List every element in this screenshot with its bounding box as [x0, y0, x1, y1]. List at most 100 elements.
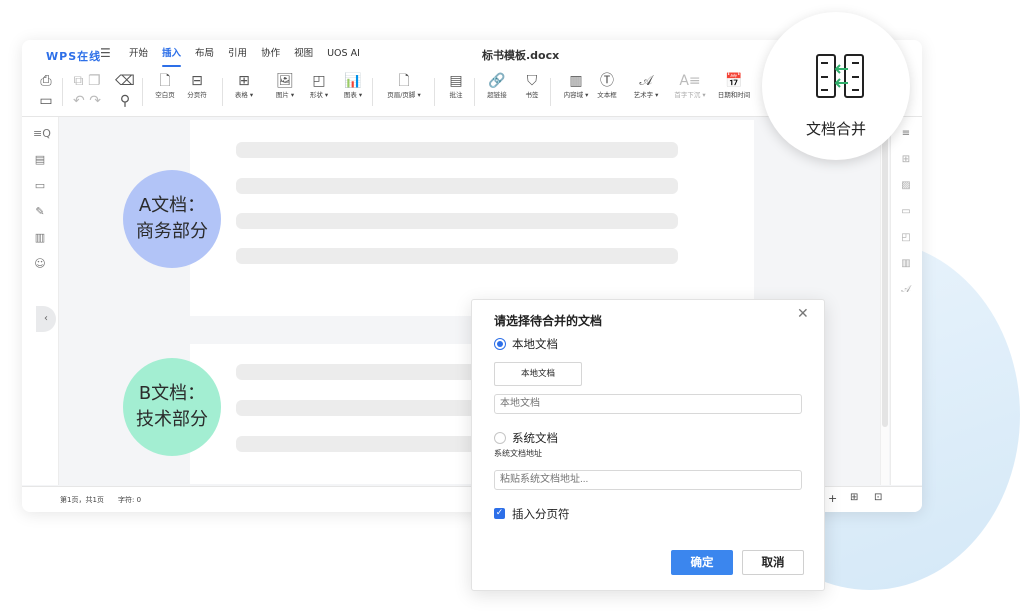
ok-button[interactable]: 确定: [671, 550, 733, 575]
table-icon: ⊞: [238, 73, 250, 89]
preview-icon: ▭: [39, 93, 53, 109]
bubble-a-subtitle: 商务部分: [136, 221, 208, 242]
link-label: 超链接: [487, 91, 507, 99]
table-panel-icon[interactable]: ⊞: [899, 153, 913, 167]
left-sidebar: ≡Q ▤ ▭ ✎ ▥ ☺: [22, 117, 59, 485]
dialog-title: 请选择待合并的文档: [494, 314, 603, 328]
header-footer-button[interactable]: 🗋 页眉/页脚 ▾: [378, 68, 430, 116]
format-painter-icon: ⚲: [119, 93, 131, 109]
document-b-bubble: B文档： 技术部分: [123, 358, 221, 456]
shape-panel-icon[interactable]: ◰: [899, 231, 913, 245]
menu-tabs: 开始 插入 布局 引用 协作 视图 UOS AI: [122, 40, 367, 68]
menu-tab-3[interactable]: 引用: [221, 40, 254, 68]
document-merge-feature[interactable]: 文档合并: [762, 12, 910, 160]
image-button[interactable]: 🖼 图片 ▾: [270, 68, 300, 116]
textbox-button[interactable]: Ⓣ 文本框: [592, 68, 622, 116]
document-a-bubble: A文档： 商务部分: [123, 170, 221, 268]
chat-icon[interactable]: ☺: [33, 257, 47, 271]
hamburger-menu-icon[interactable]: ☰: [100, 46, 111, 60]
content-field-icon: ▥: [569, 73, 583, 89]
comment-label: 批注: [449, 91, 463, 99]
radio-system-document[interactable]: [494, 432, 506, 444]
document-merge-icon: [816, 54, 864, 98]
page-break-label: 分页符: [187, 91, 207, 99]
link-icon: 🔗: [488, 73, 506, 89]
page-break-button[interactable]: ⊟ 分页符: [182, 68, 212, 116]
content-field-label: 内容域 ▾: [563, 91, 589, 99]
header-footer-label: 页眉/页脚 ▾: [387, 91, 421, 99]
cancel-button[interactable]: 取消: [742, 550, 804, 575]
wordart-panel-icon[interactable]: 𝒜: [899, 283, 913, 297]
fit-page-icon[interactable]: ⊞: [850, 492, 858, 503]
zoom-in-icon[interactable]: +: [828, 492, 837, 505]
blank-page-label: 空白页: [155, 91, 175, 99]
drop-cap-button[interactable]: A≡ 首字下沉 ▾: [668, 68, 712, 116]
date-time-button[interactable]: 📅 日期和时间: [712, 68, 756, 116]
menu-tab-5[interactable]: 视图: [287, 40, 320, 68]
link-button[interactable]: 🔗 超链接: [482, 68, 512, 116]
chart-icon: 📊: [344, 73, 362, 89]
wordart-label: 艺术字 ▾: [633, 91, 659, 99]
blank-page-button[interactable]: 🗋 空白页: [150, 68, 180, 116]
comment-panel-icon[interactable]: ▭: [33, 179, 47, 193]
chart-panel-icon[interactable]: ▥: [899, 257, 913, 271]
date-time-icon: 📅: [725, 73, 743, 89]
menu-tab-6[interactable]: UOS AI: [320, 40, 367, 68]
shape-label: 形状 ▾: [309, 91, 329, 99]
chart-button[interactable]: 📊 图表 ▾: [338, 68, 368, 116]
vertical-scrollbar[interactable]: [880, 117, 889, 485]
copy-icon: ⧉ ❐: [73, 73, 101, 89]
menu-tab-4[interactable]: 协作: [254, 40, 287, 68]
fullscreen-icon[interactable]: ⊡: [874, 492, 882, 503]
system-address-label: 系统文档地址: [494, 449, 542, 458]
choose-local-document-button[interactable]: 本地文档: [494, 362, 582, 386]
page-count: 第1页，共1页: [60, 496, 104, 504]
menu-tab-1[interactable]: 插入: [155, 40, 188, 68]
page-a: [190, 120, 754, 316]
word-count: 字符: 0: [118, 496, 142, 504]
format-painter-button[interactable]: ⚲: [114, 88, 136, 136]
edit-icon[interactable]: ✎: [33, 205, 47, 219]
textbox-label: 文本框: [597, 91, 617, 99]
document-merge-label: 文档合并: [805, 120, 866, 138]
bookmark-icon: ⛉: [526, 73, 538, 89]
page-break-icon: ⊟: [191, 73, 203, 89]
book-icon[interactable]: ▤: [33, 153, 47, 167]
close-icon[interactable]: ✕: [797, 306, 809, 322]
radio-local-document[interactable]: [494, 338, 506, 350]
chart-label: 图表 ▾: [343, 91, 363, 99]
table-button[interactable]: ⊞ 表格 ▾: [228, 68, 260, 116]
print-icon: ⎙: [40, 73, 52, 89]
menu-tab-0[interactable]: 开始: [122, 40, 155, 68]
wordart-icon: 𝒜: [639, 73, 653, 89]
image-panel-icon[interactable]: ▨: [899, 179, 913, 193]
local-document-input[interactable]: [494, 394, 802, 414]
header-footer-icon: 🗋: [398, 73, 410, 89]
wordart-button[interactable]: 𝒜 艺术字 ▾: [628, 68, 664, 116]
document-icon[interactable]: ▥: [33, 231, 47, 245]
textbox-icon: Ⓣ: [600, 73, 614, 89]
drop-cap-icon: A≡: [679, 73, 701, 89]
option-system-label: 系统文档: [512, 431, 558, 445]
content-field-button[interactable]: ▥ 内容域 ▾: [558, 68, 594, 116]
comment-button[interactable]: ▤ 批注: [442, 68, 470, 116]
shape-button[interactable]: ◰ 形状 ▾: [304, 68, 334, 116]
table-label: 表格 ▾: [234, 91, 254, 99]
bookmark-button[interactable]: ⛉ 书签: [518, 68, 546, 116]
blank-page-icon: 🗋: [159, 73, 171, 89]
page-panel-icon[interactable]: ▭: [899, 205, 913, 219]
eraser-icon: ⌫: [115, 73, 135, 89]
undo-redo-button[interactable]: ↶ ↷: [70, 88, 104, 136]
system-document-address-input[interactable]: [494, 470, 802, 490]
undo-redo-icon: ↶ ↷: [73, 93, 101, 109]
bubble-a-title: A文档：: [138, 195, 206, 216]
drop-cap-label: 首字下沉 ▾: [674, 91, 706, 99]
image-label: 图片 ▾: [275, 91, 295, 99]
brand-logo: WPS在线: [46, 50, 102, 63]
bookmark-label: 书签: [525, 91, 539, 99]
comment-icon: ▤: [449, 73, 463, 89]
outline-icon[interactable]: ≡Q: [33, 127, 51, 141]
insert-page-break-checkbox[interactable]: ✓: [494, 508, 505, 519]
menu-tab-2[interactable]: 布局: [188, 40, 221, 68]
merge-document-dialog: 请选择待合并的文档 ✕ 本地文档 本地文档 系统文档 系统文档地址 ✓ 插入分页…: [471, 299, 825, 591]
